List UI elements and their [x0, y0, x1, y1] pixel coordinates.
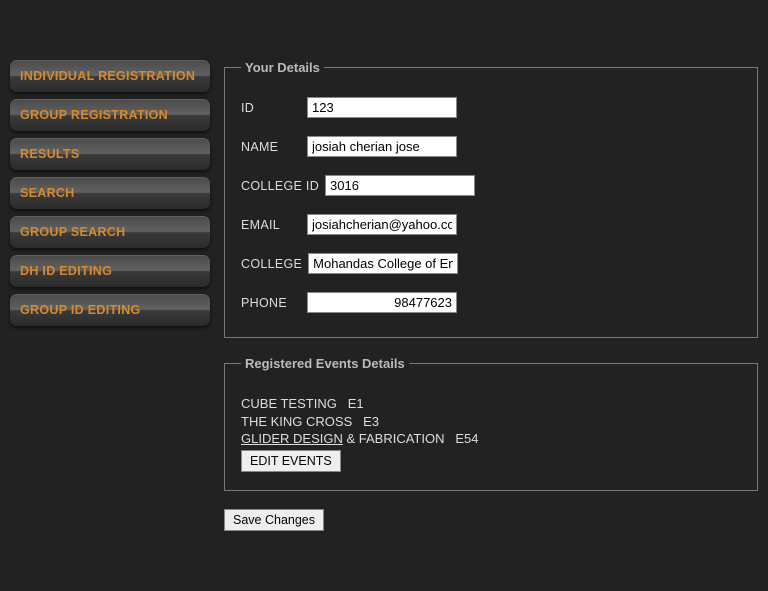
event-row: THE KING CROSS E3	[241, 413, 741, 431]
name-label: NAME	[241, 140, 301, 154]
event-code: E1	[348, 396, 364, 411]
college-id-input[interactable]	[325, 175, 475, 196]
id-input[interactable]	[307, 97, 457, 118]
save-changes-button[interactable]: Save Changes	[224, 509, 324, 531]
email-label: EMAIL	[241, 218, 301, 232]
id-label: ID	[241, 101, 301, 115]
college-label: COLLEGE	[241, 257, 302, 271]
nav-group-id-editing[interactable]: GROUP ID EDITING	[10, 294, 210, 326]
registered-events-legend: Registered Events Details	[241, 356, 409, 371]
nav-results[interactable]: RESULTS	[10, 138, 210, 170]
event-code: E3	[363, 414, 379, 429]
event-code: E54	[455, 431, 478, 446]
events-list: CUBE TESTING E1 THE KING CROSS E3 GLIDER…	[241, 395, 741, 448]
nav-search[interactable]: SEARCH	[10, 177, 210, 209]
event-name: THE KING CROSS	[241, 414, 352, 429]
nav-group-search[interactable]: GROUP SEARCH	[10, 216, 210, 248]
your-details-panel: Your Details ID NAME COLLEGE ID EMAIL CO…	[224, 60, 758, 338]
name-input[interactable]	[307, 136, 457, 157]
nav-individual-registration[interactable]: INDIVIDUAL REGISTRATION	[10, 60, 210, 92]
event-name-rest: & FABRICATION	[343, 431, 445, 446]
college-id-label: COLLEGE ID	[241, 179, 319, 193]
college-input[interactable]	[308, 253, 458, 274]
edit-events-button[interactable]: EDIT EVENTS	[241, 450, 341, 472]
nav-group-registration[interactable]: GROUP REGISTRATION	[10, 99, 210, 131]
nav-dh-id-editing[interactable]: DH ID EDITING	[10, 255, 210, 287]
sidebar: INDIVIDUAL REGISTRATION GROUP REGISTRATI…	[10, 60, 210, 531]
email-input[interactable]	[307, 214, 457, 235]
event-name: CUBE TESTING	[241, 396, 337, 411]
event-row: CUBE TESTING E1	[241, 395, 741, 413]
your-details-legend: Your Details	[241, 60, 324, 75]
phone-label: PHONE	[241, 296, 301, 310]
main-content: Your Details ID NAME COLLEGE ID EMAIL CO…	[210, 60, 768, 531]
event-row: GLIDER DESIGN & FABRICATION E54	[241, 430, 741, 448]
phone-input[interactable]	[307, 292, 457, 313]
registered-events-panel: Registered Events Details CUBE TESTING E…	[224, 356, 758, 491]
event-name-underlined: GLIDER DESIGN	[241, 431, 343, 446]
